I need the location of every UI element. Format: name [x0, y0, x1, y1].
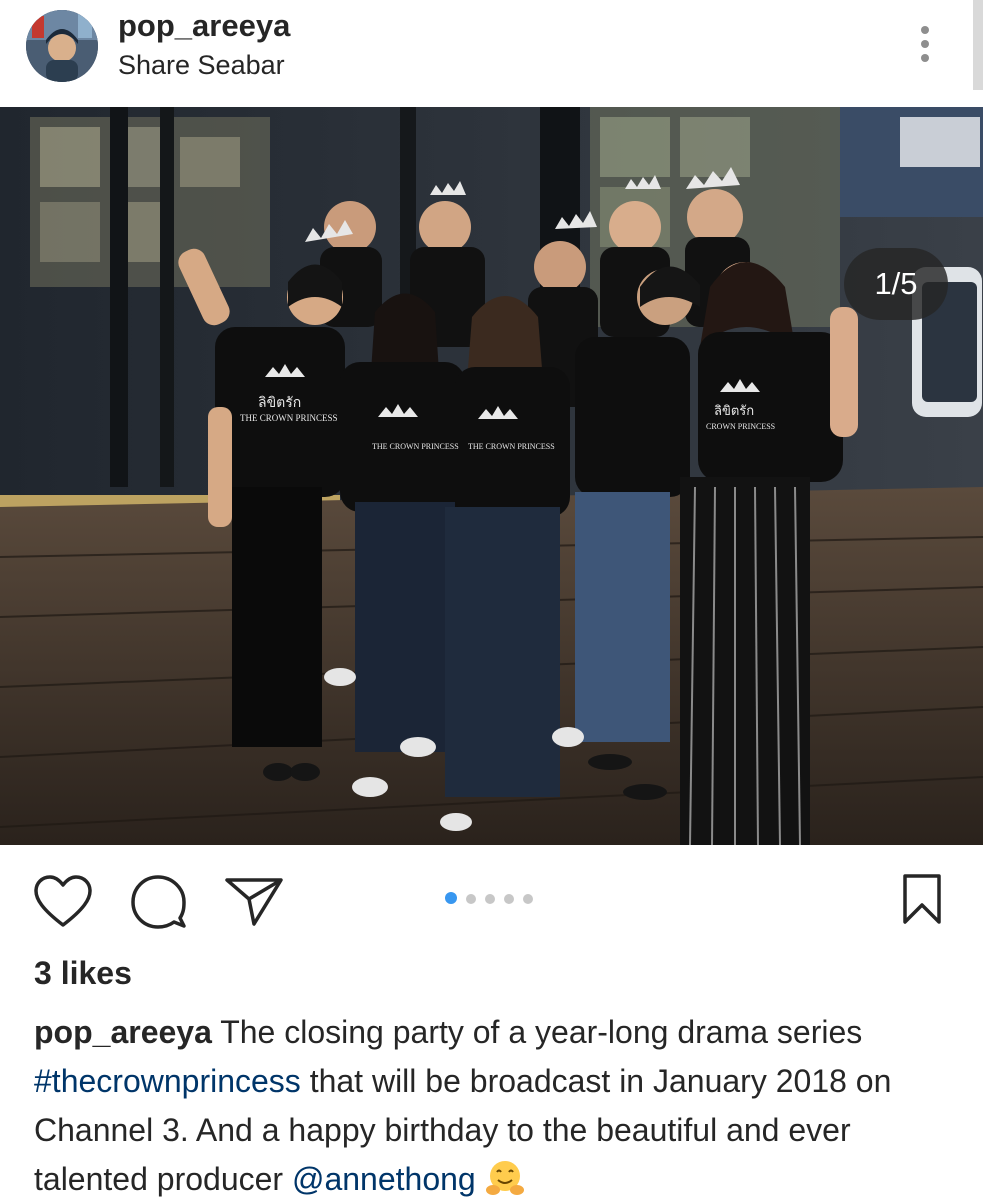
- carousel-dot-active: [445, 892, 457, 904]
- share-icon[interactable]: [224, 877, 284, 927]
- scrollbar[interactable]: [973, 0, 983, 90]
- caption-text: The closing party of a year-long drama s…: [220, 1014, 863, 1050]
- post-header: pop_areeya Share Seabar: [0, 0, 983, 107]
- svg-text:CROWN PRINCESS: CROWN PRINCESS: [706, 422, 775, 431]
- action-bar: [0, 845, 983, 955]
- svg-text:ลิขิตรัก: ลิขิตรัก: [258, 396, 301, 411]
- more-options-icon[interactable]: [911, 22, 939, 66]
- carousel-dot: [485, 894, 495, 904]
- svg-text:ลิขิตรัก: ลิขิตรัก: [714, 403, 754, 418]
- post-photo[interactable]: ลิขิตรัก THE CROWN PRINCESS THE CROWN PR…: [0, 107, 983, 845]
- heart-icon[interactable]: [34, 875, 92, 929]
- caption-username[interactable]: pop_areeya: [34, 1014, 212, 1050]
- comment-icon[interactable]: [130, 874, 186, 930]
- carousel-dot: [504, 894, 514, 904]
- image-counter-badge: 1/5: [844, 248, 948, 320]
- carousel-indicator: [445, 891, 542, 905]
- caption-hashtag[interactable]: #thecrownprincess: [34, 1063, 301, 1099]
- post-username[interactable]: pop_areeya: [118, 8, 290, 44]
- hugging-face-emoji-icon: [485, 1161, 524, 1195]
- carousel-dot: [466, 894, 476, 904]
- likes-count[interactable]: 3 likes: [34, 955, 132, 992]
- carousel-dot: [523, 894, 533, 904]
- bookmark-icon[interactable]: [902, 873, 942, 925]
- svg-text:THE CROWN PRINCESS: THE CROWN PRINCESS: [240, 413, 338, 423]
- caption-mention[interactable]: @annethong: [292, 1161, 476, 1197]
- svg-text:THE CROWN PRINCESS: THE CROWN PRINCESS: [468, 442, 555, 451]
- post-location[interactable]: Share Seabar: [118, 50, 285, 81]
- post-caption: pop_areeya The closing party of a year-l…: [34, 1008, 954, 1200]
- avatar[interactable]: [26, 10, 98, 82]
- svg-text:THE CROWN PRINCESS: THE CROWN PRINCESS: [372, 442, 459, 451]
